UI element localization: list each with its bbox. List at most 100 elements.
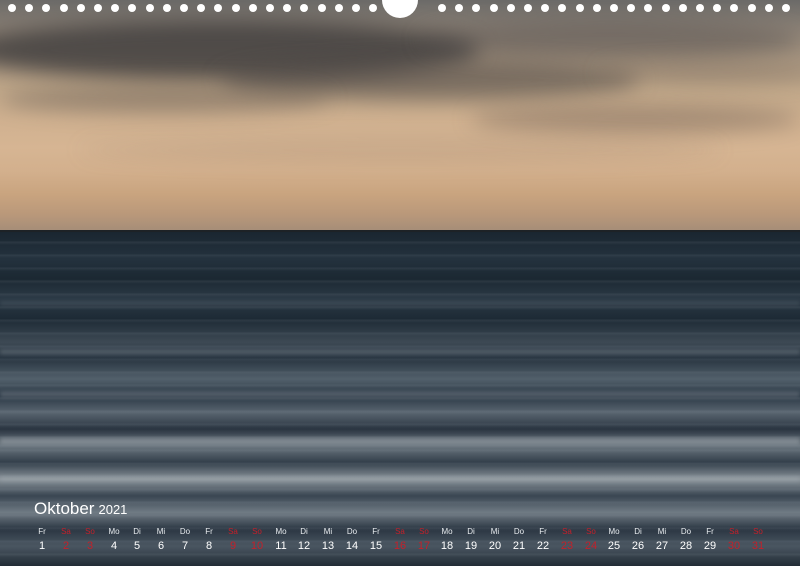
binding-hole xyxy=(455,4,463,12)
binding-hole xyxy=(300,4,308,12)
binding-hole xyxy=(627,4,635,12)
binding-hole xyxy=(730,4,738,12)
day-number: 14 xyxy=(345,540,359,552)
binding-hole xyxy=(318,4,326,12)
weekday-label: Do xyxy=(179,527,191,536)
weekday-label: Mo xyxy=(608,527,620,536)
calendar-page: Oktober 2021 Fr 1 Sa 2 So 3 Mo 4 Di 5 Mi 6 Do 7 Fr 8 Sa 9 S… xyxy=(0,0,800,566)
day-number: 26 xyxy=(631,540,645,552)
day-number: 8 xyxy=(205,540,213,552)
binding-hole xyxy=(77,4,85,12)
binding-hole xyxy=(60,4,68,12)
day-number: 15 xyxy=(369,540,383,552)
weekday-label: Sa xyxy=(562,527,572,536)
weekday-label: Sa xyxy=(61,527,71,536)
spiral-binding xyxy=(0,0,800,20)
day-number: 10 xyxy=(250,540,264,552)
binding-hole xyxy=(42,4,50,12)
month-title: Oktober 2021 xyxy=(34,499,127,519)
binding-hole xyxy=(369,4,377,12)
day-number: 12 xyxy=(297,540,311,552)
day-number: 9 xyxy=(229,540,237,552)
weekday-label: Di xyxy=(467,527,475,536)
binding-hole xyxy=(283,4,291,12)
binding-hole xyxy=(146,4,154,12)
binding-hole xyxy=(507,4,515,12)
day-number: 27 xyxy=(655,540,669,552)
day-number: 28 xyxy=(679,540,693,552)
weekday-label: So xyxy=(85,527,95,536)
weekday-label: So xyxy=(252,527,262,536)
weekday-label: Sa xyxy=(395,527,405,536)
weekday-label: Mi xyxy=(156,527,166,536)
weekday-label: Fr xyxy=(38,527,46,536)
day-number: 13 xyxy=(321,540,335,552)
hanger-notch xyxy=(382,0,418,18)
weekday-label: So xyxy=(753,527,763,536)
weekday-label: Sa xyxy=(228,527,238,536)
day-number: 24 xyxy=(584,540,598,552)
binding-hole xyxy=(128,4,136,12)
weekday-label: So xyxy=(419,527,429,536)
day-number: 31 xyxy=(751,540,765,552)
weekday-label: Fr xyxy=(205,527,213,536)
weekday-label: Do xyxy=(680,527,692,536)
binding-hole xyxy=(696,4,704,12)
binding-hole xyxy=(180,4,188,12)
binding-hole xyxy=(249,4,257,12)
day-number: 5 xyxy=(133,540,141,552)
calendar-strip: Fr 1 Sa 2 So 3 Mo 4 Di 5 Mi 6 Do 7 Fr 8 Sa 9 So 10 Mo 11 Di 12 M… xyxy=(0,524,800,564)
weekday-label: So xyxy=(586,527,596,536)
weekday-label: Fr xyxy=(372,527,380,536)
binding-hole xyxy=(593,4,601,12)
binding-hole xyxy=(524,4,532,12)
month-name: Oktober xyxy=(34,499,95,518)
binding-hole xyxy=(111,4,119,12)
day-number: 21 xyxy=(512,540,526,552)
seascape-photo xyxy=(0,0,800,566)
day-number: 16 xyxy=(393,540,407,552)
binding-hole xyxy=(490,4,498,12)
day-number: 1 xyxy=(38,540,46,552)
weekday-label: Mo xyxy=(275,527,287,536)
day-number: 17 xyxy=(417,540,431,552)
day-number: 11 xyxy=(275,540,287,552)
day-number: 4 xyxy=(110,540,118,552)
binding-hole xyxy=(644,4,652,12)
weekday-label: Mi xyxy=(490,527,500,536)
day-number: 2 xyxy=(62,540,70,552)
binding-hole xyxy=(782,4,790,12)
weekday-label: Do xyxy=(513,527,525,536)
day-number: 22 xyxy=(536,540,550,552)
binding-hole xyxy=(214,4,222,12)
weekday-label: Mo xyxy=(441,527,453,536)
weekday-label: Mi xyxy=(323,527,333,536)
day-number: 23 xyxy=(560,540,574,552)
binding-hole xyxy=(713,4,721,12)
weekday-label: Di xyxy=(634,527,642,536)
binding-hole xyxy=(197,4,205,12)
weekday-label: Fr xyxy=(706,527,714,536)
binding-hole xyxy=(335,4,343,12)
weekday-label: Di xyxy=(300,527,308,536)
weekday-label: Do xyxy=(346,527,358,536)
day-number: 20 xyxy=(488,540,502,552)
day-number: 30 xyxy=(727,540,741,552)
weekday-label: Sa xyxy=(729,527,739,536)
binding-hole xyxy=(94,4,102,12)
weekday-label: Mo xyxy=(108,527,120,536)
binding-hole xyxy=(25,4,33,12)
day-number: 19 xyxy=(464,540,478,552)
binding-hole xyxy=(748,4,756,12)
weekday-label: Fr xyxy=(539,527,547,536)
binding-hole xyxy=(541,4,549,12)
binding-hole xyxy=(163,4,171,12)
binding-hole xyxy=(576,4,584,12)
binding-hole xyxy=(765,4,773,12)
binding-hole xyxy=(438,4,446,12)
binding-hole xyxy=(352,4,360,12)
day-number: 6 xyxy=(157,540,165,552)
binding-hole xyxy=(266,4,274,12)
binding-hole xyxy=(232,4,240,12)
sunset-sky xyxy=(0,0,800,231)
